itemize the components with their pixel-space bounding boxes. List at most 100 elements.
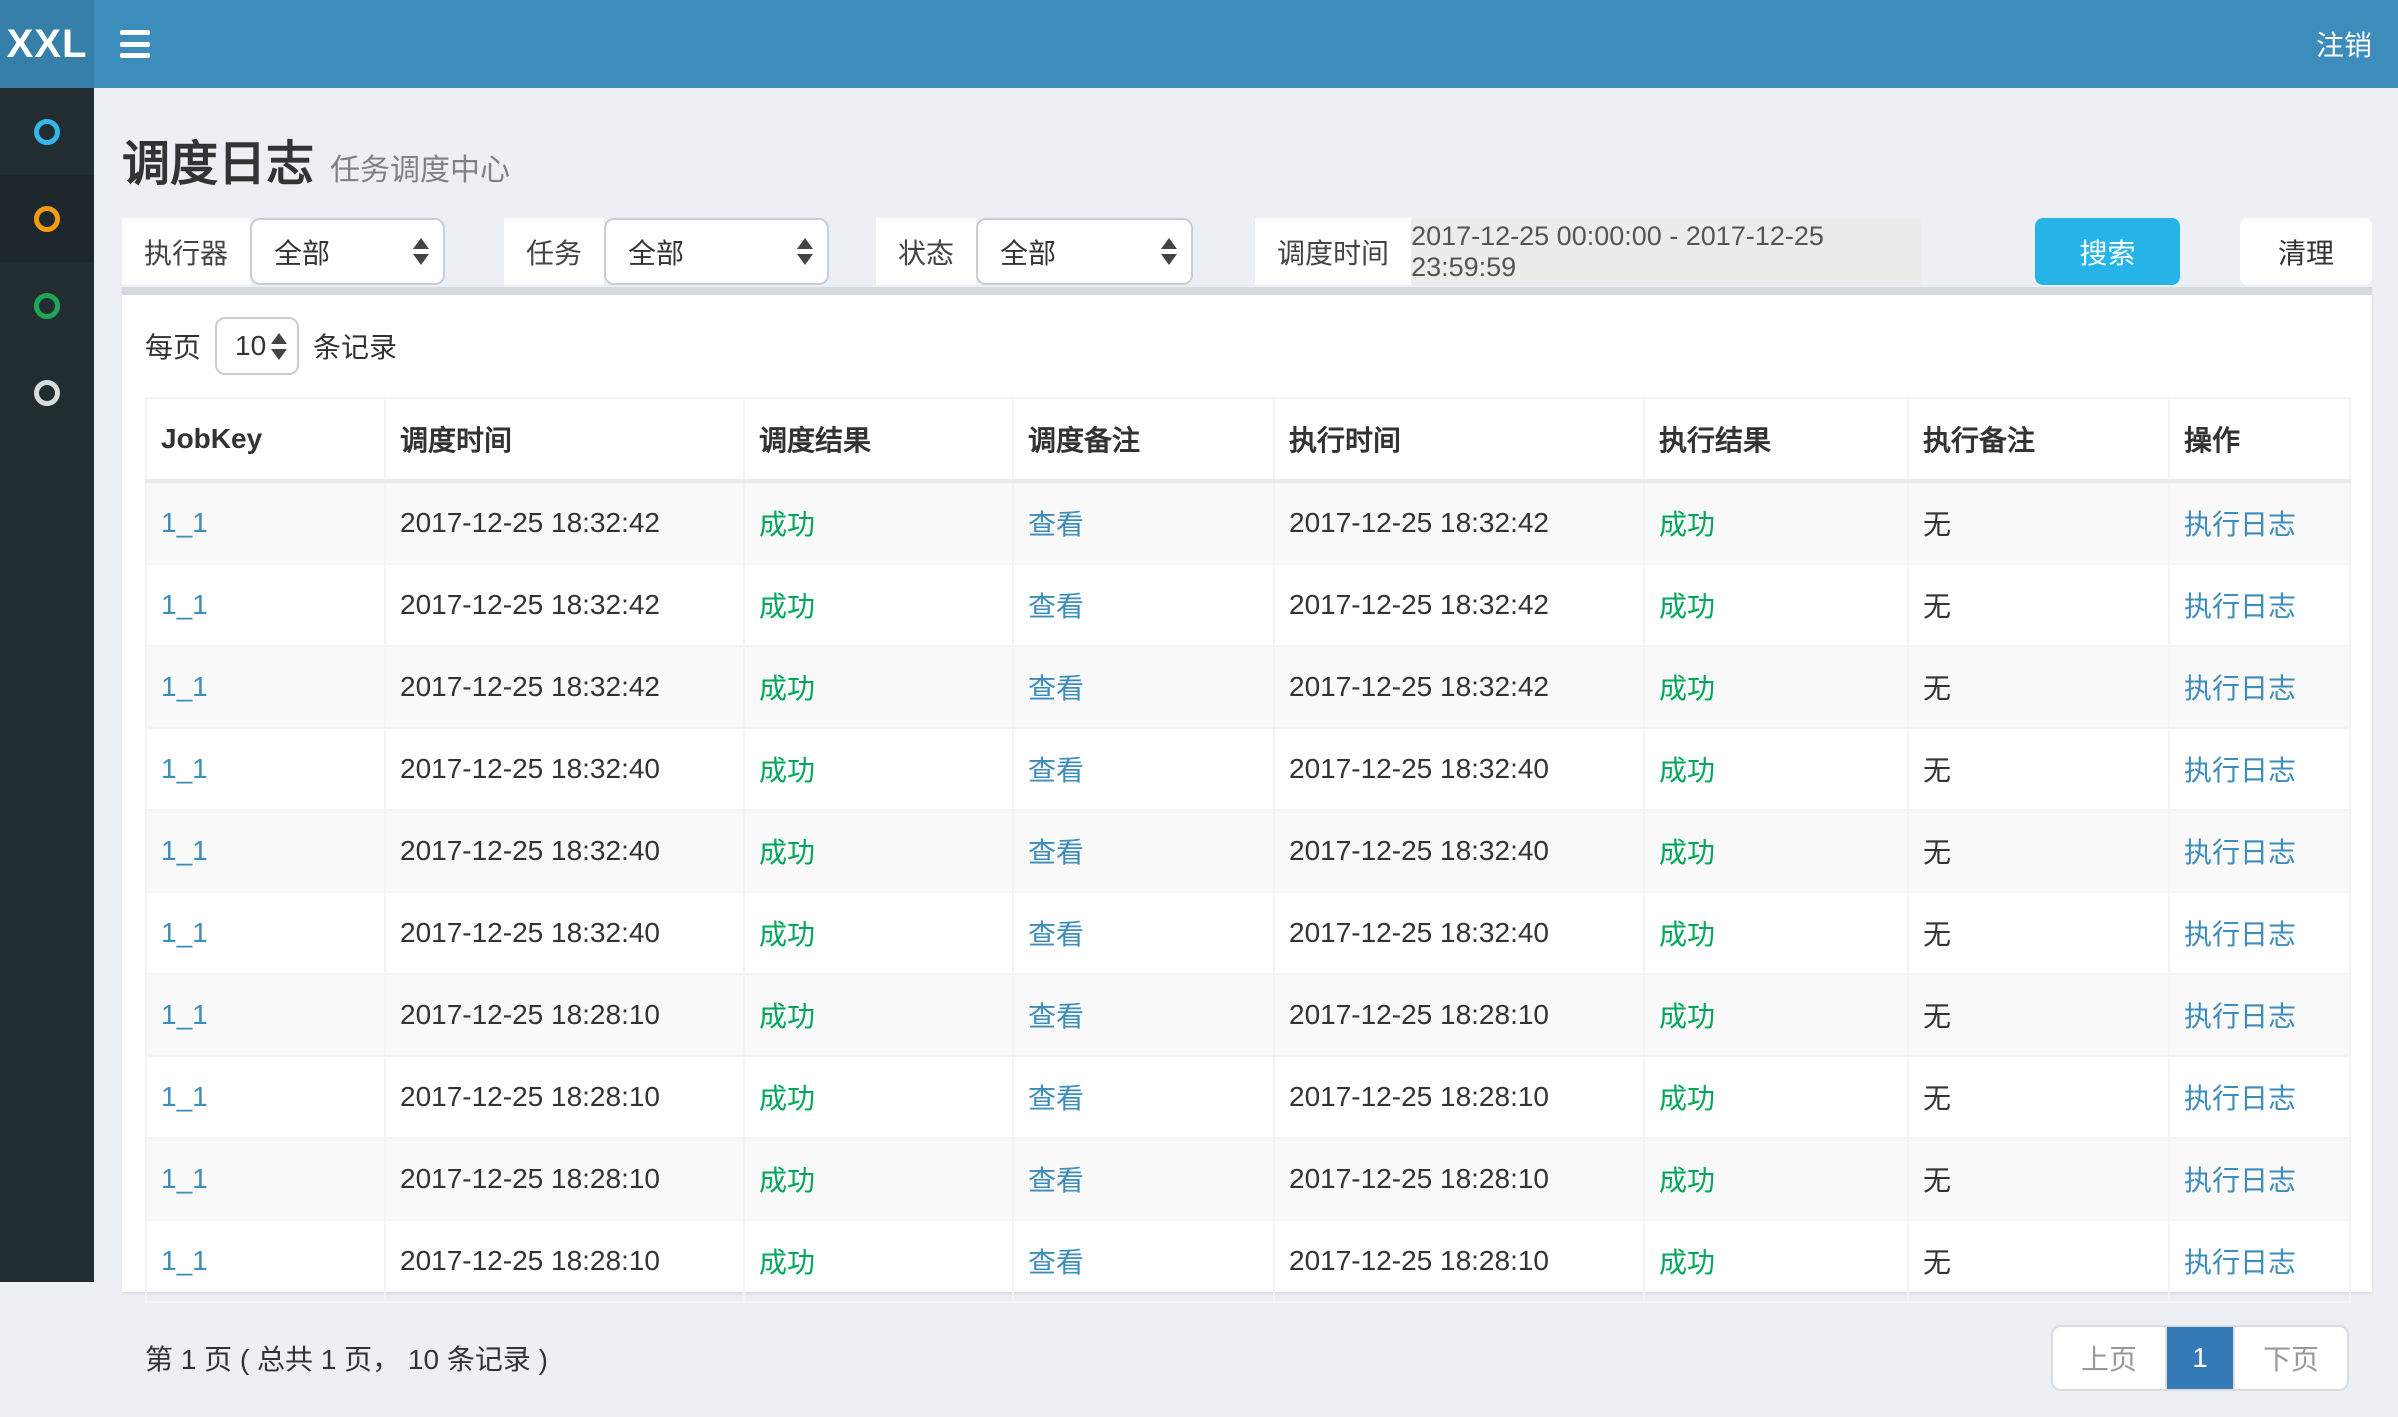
trigger-result: 成功 — [759, 1247, 815, 1278]
exec-msg: 无 — [1923, 509, 1951, 540]
exec-log-link[interactable]: 执行日志 — [2184, 919, 2296, 950]
table-row: 1_12017-12-25 18:32:40成功查看2017-12-25 18:… — [146, 892, 2350, 974]
log-panel: 每页 10 条记录 JobKey调度时间调度结果调度备注执行时间执行结果执行备注… — [122, 287, 2372, 1292]
column-header-trigger_msg: 调度备注 — [1013, 398, 1274, 481]
trigger-msg-link[interactable]: 查看 — [1028, 591, 1084, 622]
per-page-prefix: 每页 — [145, 326, 201, 366]
exec-time: 2017-12-25 18:32:42 — [1289, 671, 1549, 702]
exec-log-link[interactable]: 执行日志 — [2184, 1083, 2296, 1114]
exec-time: 2017-12-25 18:28:10 — [1289, 1163, 1549, 1194]
sidebar-toggle-icon[interactable] — [120, 30, 154, 58]
trigger-msg-link[interactable]: 查看 — [1028, 673, 1084, 704]
sidebar-item-4[interactable] — [0, 349, 94, 436]
status-select[interactable]: 全部 — [976, 218, 1193, 285]
exec-msg: 无 — [1923, 1083, 1951, 1114]
jobkey-link[interactable]: 1_1 — [161, 917, 208, 948]
select-arrows-icon — [271, 333, 287, 360]
trigger-result: 成功 — [759, 919, 815, 950]
table-row: 1_1 2017-12-25 18:32:42 成功 查看 2017-12-25 18:… — [146, 481, 2350, 564]
logout-link[interactable]: 注销 — [2316, 24, 2372, 64]
status-select-value: 全部 — [978, 232, 1161, 272]
trigger-msg-link[interactable]: 查看 — [1028, 509, 1084, 540]
sidebar-item-3[interactable] — [0, 262, 94, 349]
column-header-exec_time: 执行时间 — [1274, 398, 1644, 481]
exec-result: 成功 — [1659, 591, 1715, 622]
sidebar-item-2[interactable] — [0, 175, 94, 262]
exec-log-link[interactable]: 执行日志 — [2184, 591, 2296, 622]
executor-select-value: 全部 — [252, 232, 413, 272]
exec-time: 2017-12-25 18:32:40 — [1289, 753, 1549, 784]
trigger-msg-link[interactable]: 查看 — [1028, 837, 1084, 868]
content-header: 调度日志 任务调度中心 — [122, 88, 2372, 208]
table-header-row: JobKey调度时间调度结果调度备注执行时间执行结果执行备注操作 — [146, 398, 2350, 481]
search-button[interactable]: 搜索 — [2035, 218, 2180, 285]
trigger-msg-link[interactable]: 查看 — [1028, 919, 1084, 950]
exec-result: 成功 — [1659, 1083, 1715, 1114]
trigger-result: 成功 — [759, 1001, 815, 1032]
trigger-time-label: 调度时间 — [1255, 218, 1411, 285]
exec-time: 2017-12-25 18:32:40 — [1289, 835, 1549, 866]
trigger-msg-link[interactable]: 查看 — [1028, 1247, 1084, 1278]
exec-result: 成功 — [1659, 509, 1715, 540]
prev-page-button[interactable]: 上页 — [2053, 1327, 2165, 1389]
job-select[interactable]: 全部 — [604, 218, 829, 285]
table-row: 1_12017-12-25 18:32:42成功查看2017-12-25 18:… — [146, 564, 2350, 646]
trigger-result: 成功 — [759, 673, 815, 704]
trigger-msg-link[interactable]: 查看 — [1028, 1165, 1084, 1196]
status-label: 状态 — [876, 218, 976, 285]
jobkey-link[interactable]: 1_1 — [161, 507, 208, 538]
exec-log-link[interactable]: 执行日志 — [2184, 1165, 2296, 1196]
jobkey-link[interactable]: 1_1 — [161, 1163, 208, 1194]
exec-log-link[interactable]: 执行日志 — [2184, 1001, 2296, 1032]
jobkey-link[interactable]: 1_1 — [161, 753, 208, 784]
trigger-time: 2017-12-25 18:32:40 — [400, 753, 660, 784]
exec-log-link[interactable]: 执行日志 — [2184, 837, 2296, 868]
exec-msg: 无 — [1923, 755, 1951, 786]
trigger-msg-link[interactable]: 查看 — [1028, 1083, 1084, 1114]
exec-msg: 无 — [1923, 919, 1951, 950]
sidebar-item-1[interactable] — [0, 88, 94, 175]
trigger-msg-link[interactable]: 查看 — [1028, 1001, 1084, 1032]
column-header-action: 操作 — [2169, 398, 2350, 481]
job-select-value: 全部 — [606, 232, 797, 272]
jobkey-link[interactable]: 1_1 — [161, 589, 208, 620]
jobkey-link[interactable]: 1_1 — [161, 835, 208, 866]
trigger-result: 成功 — [759, 509, 815, 540]
exec-result: 成功 — [1659, 673, 1715, 704]
exec-msg: 无 — [1923, 1247, 1951, 1278]
time-filter-group: 调度时间 2017-12-25 00:00:00 - 2017-12-25 23… — [1255, 218, 1921, 285]
table-row: 1_12017-12-25 18:28:10成功查看2017-12-25 18:… — [146, 1138, 2350, 1220]
select-arrows-icon — [797, 238, 813, 265]
jobkey-link[interactable]: 1_1 — [161, 1081, 208, 1112]
trigger-msg-link[interactable]: 查看 — [1028, 755, 1084, 786]
jobkey-link[interactable]: 1_1 — [161, 671, 208, 702]
clean-button[interactable]: 清理 — [2240, 218, 2372, 285]
column-header-jobkey: JobKey — [146, 398, 385, 481]
pagination: 上页 1 下页 — [2051, 1325, 2349, 1391]
next-page-button[interactable]: 下页 — [2233, 1327, 2347, 1389]
circle-icon — [34, 119, 60, 145]
trigger-time: 2017-12-25 18:32:42 — [400, 671, 660, 702]
exec-log-link[interactable]: 执行日志 — [2184, 755, 2296, 786]
trigger-time-range-input[interactable]: 2017-12-25 00:00:00 - 2017-12-25 23:59:5… — [1411, 218, 1921, 285]
per-page-select[interactable]: 10 — [215, 317, 299, 375]
exec-time: 2017-12-25 18:28:10 — [1289, 1245, 1549, 1276]
trigger-result: 成功 — [759, 1083, 815, 1114]
exec-log-link[interactable]: 执行日志 — [2184, 673, 2296, 704]
jobkey-link[interactable]: 1_1 — [161, 1245, 208, 1276]
exec-time: 2017-12-25 18:28:10 — [1289, 1081, 1549, 1112]
jobkey-link[interactable]: 1_1 — [161, 999, 208, 1030]
executor-select[interactable]: 全部 — [250, 218, 445, 285]
exec-log-link[interactable]: 执行日志 — [2184, 509, 2296, 540]
filter-toolbar: 执行器 全部 任务 全部 状态 全部 调度时间 2017-12-25 00:00… — [122, 218, 2372, 285]
circle-icon — [34, 380, 60, 406]
table-row: 1_12017-12-25 18:28:10成功查看2017-12-25 18:… — [146, 974, 2350, 1056]
exec-time: 2017-12-25 18:32:42 — [1289, 507, 1549, 538]
exec-log-link[interactable]: 执行日志 — [2184, 1247, 2296, 1278]
current-page-button[interactable]: 1 — [2165, 1327, 2233, 1389]
trigger-time: 2017-12-25 18:32:42 — [400, 507, 660, 538]
top-navbar: XXL 注销 — [0, 0, 2398, 88]
per-page-suffix: 条记录 — [313, 326, 397, 366]
dispatch-log-table: JobKey调度时间调度结果调度备注执行时间执行结果执行备注操作 1_1 2017… — [145, 397, 2351, 1303]
trigger-result: 成功 — [759, 591, 815, 622]
